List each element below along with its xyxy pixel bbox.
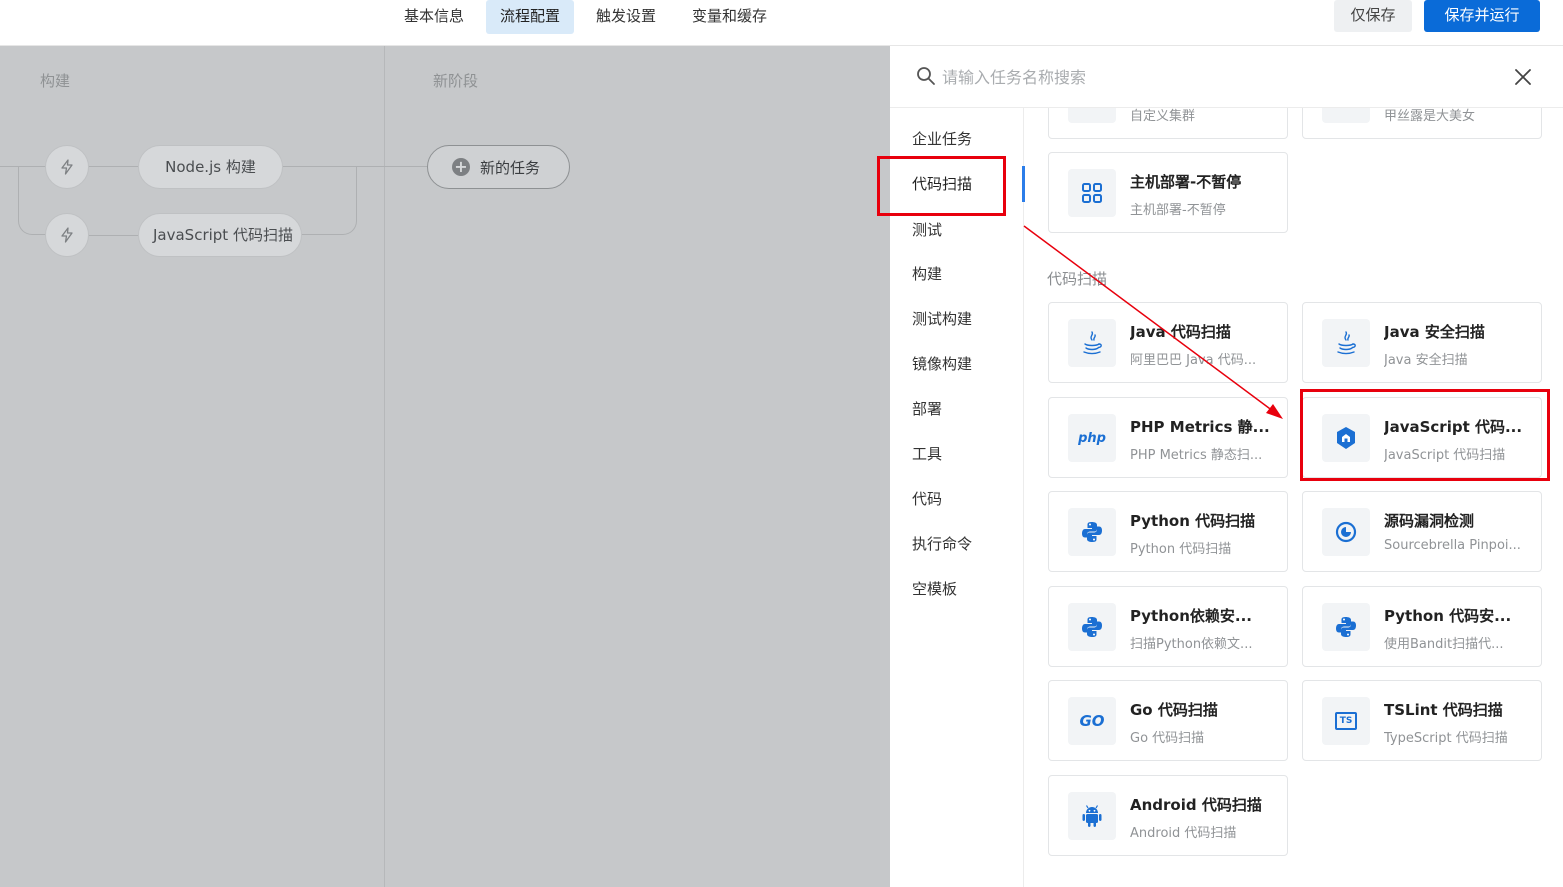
category-enterprise[interactable]: 企业任务 [890,121,1024,157]
category-image-build[interactable]: 镜像构建 [890,346,1024,382]
connector-branch [302,166,357,235]
task-card-php-metrics[interactable]: php PHP Metrics 静... PHP Metrics 静态扫... [1048,397,1288,478]
close-icon[interactable] [1512,66,1534,88]
task-title: Android 代码扫描 [1130,796,1262,814]
task-list: 自定义集群 甲丝露是大美女 主机部署-不暂停 主机部署-不暂停 代码扫描 Jav… [1025,108,1563,887]
connector-line [89,166,138,167]
config-tabs: 基本信息 流程配置 触发设置 变量和缓存 [390,0,781,34]
task-desc: 使用Bandit扫描代... [1384,637,1504,652]
task-title: Java 代码扫描 [1130,323,1231,341]
php-icon: php [1068,414,1116,462]
task-card-python-security[interactable]: Python 代码安... 使用Bandit扫描代... [1302,586,1542,667]
stage-title-build: 构建 [40,72,71,90]
category-exec-command[interactable]: 执行命令 [890,526,1024,562]
tab-variables-cache[interactable]: 变量和缓存 [678,0,781,34]
task-title: 主机部署-不暂停 [1130,173,1242,191]
category-deploy[interactable]: 部署 [890,391,1024,427]
pipeline-canvas: 构建 新阶段 Node.js 构建 JavaScript 代码扫描 + 新的任务 [0,46,890,887]
task-picker-panel: 企业任务 代码扫描 测试 构建 测试构建 镜像构建 部署 工具 代码 执行命令 … [890,46,1563,887]
task-desc: 主机部署-不暂停 [1130,203,1226,218]
task-card[interactable]: 甲丝露是大美女 [1302,108,1542,139]
task-desc: 甲丝露是大美女 [1384,109,1476,124]
pinpoint-icon [1322,508,1370,556]
category-test[interactable]: 测试 [890,212,1024,248]
search-bar [890,46,1563,108]
trigger-node[interactable] [45,213,89,257]
task-card-javascript-scan[interactable]: JavaScript 代码... JavaScript 代码扫描 [1302,397,1542,478]
job-nodejs-build[interactable]: Node.js 构建 [138,145,283,189]
stage-title-new-stage: 新阶段 [433,72,479,90]
ts-icon: TS [1322,697,1370,745]
task-title: Python 代码安... [1384,607,1512,625]
task-icon [1068,108,1116,123]
trigger-node[interactable] [45,145,89,189]
category-empty-template[interactable]: 空模板 [890,571,1024,607]
task-desc: Android 代码扫描 [1130,826,1237,841]
task-card-python-scan[interactable]: Python 代码扫描 Python 代码扫描 [1048,491,1288,572]
python-icon [1322,603,1370,651]
category-list: 企业任务 代码扫描 测试 构建 测试构建 镜像构建 部署 工具 代码 执行命令 … [890,108,1025,887]
lightning-icon [61,227,73,243]
task-title: TSLint 代码扫描 [1384,701,1503,719]
task-title: JavaScript 代码... [1384,418,1523,436]
task-card-host-deploy[interactable]: 主机部署-不暂停 主机部署-不暂停 [1048,152,1288,233]
python-icon [1068,508,1116,556]
category-tools[interactable]: 工具 [890,436,1024,472]
task-desc: Go 代码扫描 [1130,731,1205,746]
task-icon [1322,108,1370,123]
task-card-python-deps[interactable]: Python依赖安... 扫描Python依赖文... [1048,586,1288,667]
category-code-scan[interactable]: 代码扫描 [890,166,1025,202]
android-icon [1068,792,1116,840]
task-desc: PHP Metrics 静态扫... [1130,448,1263,463]
new-task-label: 新的任务 [480,158,541,177]
go-icon: GO [1068,697,1116,745]
task-desc: TypeScript 代码扫描 [1384,731,1508,746]
category-test-build[interactable]: 测试构建 [890,301,1024,337]
task-card-java-security[interactable]: Java 安全扫描 Java 安全扫描 [1302,302,1542,383]
task-desc: 扫描Python依赖文... [1130,637,1253,652]
grid-icon [1068,169,1116,217]
task-desc: Java 安全扫描 [1384,353,1468,368]
task-title: 源码漏洞检测 [1384,512,1475,530]
save-only-button[interactable]: 仅保存 [1334,0,1412,32]
task-desc: Sourcebrella Pinpoi... [1384,538,1521,553]
python-icon [1068,603,1116,651]
java-icon [1322,319,1370,367]
search-icon [917,67,935,85]
task-desc: 阿里巴巴 Java 代码... [1130,353,1257,368]
task-title: Python依赖安... [1130,607,1252,625]
task-desc: JavaScript 代码扫描 [1384,448,1506,463]
task-card[interactable]: 自定义集群 [1048,108,1288,139]
task-title: PHP Metrics 静... [1130,418,1270,436]
tab-trigger-settings[interactable]: 触发设置 [582,0,670,34]
task-title: Java 安全扫描 [1384,323,1485,341]
task-title: Go 代码扫描 [1130,701,1218,719]
task-desc: Python 代码扫描 [1130,542,1232,557]
lightning-icon [61,159,73,175]
save-and-run-button[interactable]: 保存并运行 [1424,0,1540,32]
task-card-source-vuln[interactable]: 源码漏洞检测 Sourcebrella Pinpoi... [1302,491,1542,572]
tab-flow-config[interactable]: 流程配置 [486,0,575,34]
category-code[interactable]: 代码 [890,481,1024,517]
task-title: Python 代码扫描 [1130,512,1256,530]
category-build[interactable]: 构建 [890,256,1024,292]
connector-branch [18,166,46,235]
search-input[interactable] [942,62,1482,92]
plus-icon: + [452,158,470,176]
new-task-button[interactable]: + 新的任务 [427,145,570,189]
job-javascript-scan[interactable]: JavaScript 代码扫描 [138,213,302,257]
task-card-go-scan[interactable]: GO Go 代码扫描 Go 代码扫描 [1048,680,1288,761]
connector-line [89,235,138,236]
java-icon [1068,319,1116,367]
js-shield-icon [1322,414,1370,462]
tab-basic-info[interactable]: 基本信息 [390,0,478,34]
stage-divider [384,46,385,887]
task-card-tslint-scan[interactable]: TS TSLint 代码扫描 TypeScript 代码扫描 [1302,680,1542,761]
task-desc: 自定义集群 [1130,109,1196,124]
section-title-code-scan: 代码扫描 [1047,270,1108,288]
task-card-android-scan[interactable]: Android 代码扫描 Android 代码扫描 [1048,775,1288,856]
task-card-java-scan[interactable]: Java 代码扫描 阿里巴巴 Java 代码... [1048,302,1288,383]
top-bar: 基本信息 流程配置 触发设置 变量和缓存 仅保存 保存并运行 [0,0,1563,46]
